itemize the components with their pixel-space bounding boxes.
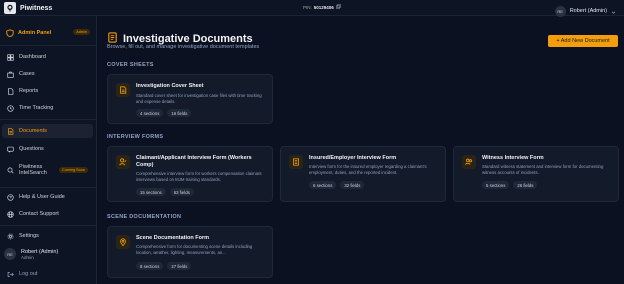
divider	[0, 119, 97, 120]
avatar: RE	[4, 248, 16, 260]
question-icon	[6, 145, 14, 153]
fields-count-badge: 27 fields	[167, 262, 192, 270]
sidebar-item-label: Time Tracking	[19, 105, 54, 111]
card-description: Comprehensive interview form for workers…	[136, 171, 262, 182]
card-badges: 15 sections 63 fields	[136, 188, 194, 196]
sections-count-badge: 8 sections	[136, 262, 164, 270]
sidebar-item-documents[interactable]: Documents	[2, 124, 93, 138]
document-card-witness-interview[interactable]: Witness Interview Form Standard witness …	[453, 146, 619, 202]
fields-count-badge: 63 fields	[169, 188, 194, 196]
help-icon	[6, 193, 14, 201]
sections-count-badge: 15 sections	[136, 188, 166, 196]
logout-label: Log out	[19, 271, 38, 277]
profile-role: Admin	[21, 254, 34, 260]
briefcase-icon	[6, 70, 14, 78]
divider	[0, 45, 97, 46]
sidebar-item-reports[interactable]: Reports	[2, 84, 93, 98]
sidebar-item-dashboard[interactable]: Dashboard	[2, 50, 93, 64]
users-icon	[462, 155, 476, 169]
document-icon	[6, 127, 14, 135]
app-name: Piwitness	[20, 4, 53, 12]
user-name: Robert (Admin)	[569, 8, 607, 14]
clock-icon	[6, 104, 14, 112]
divider	[0, 225, 97, 226]
sidebar-profile[interactable]: RE Robert (Admin) Admin	[4, 248, 58, 260]
card-title: Witness Interview Form	[482, 155, 544, 161]
search-icon	[6, 166, 14, 174]
profile-name: Robert (Admin)	[21, 248, 59, 255]
sections-count-badge: 5 sections	[482, 181, 510, 189]
gear-icon	[6, 232, 14, 240]
card-description: Comprehensive form for documenting scene…	[136, 244, 253, 255]
fields-count-badge: 16 fields	[167, 109, 192, 117]
sidebar-item-label: Reports	[19, 88, 39, 94]
coming-soon-badge: Coming Soon	[59, 167, 89, 173]
card-title: Scene Documentation Form	[136, 235, 210, 241]
building-icon	[289, 155, 303, 169]
card-badges: 8 sections 27 fields	[136, 262, 192, 270]
sidebar-item-contact-support[interactable]: Contact Support	[2, 207, 93, 221]
divider	[0, 187, 97, 188]
section-title-interview-forms: INTERVIEW FORMS	[107, 134, 164, 140]
card-title: Claimant/Applicant Interview Form (Worke…	[136, 155, 252, 168]
pin-display: PIN: 50129406	[303, 4, 341, 10]
card-description: Standard witness statement and interview…	[482, 164, 604, 175]
sidebar: Admin Panel Admin Dashboard Cases Report…	[0, 16, 97, 284]
card-title: Insured/Employer Interview Form	[309, 155, 397, 161]
card-description: Standard cover sheet for investigation c…	[136, 93, 262, 104]
top-bar: Piwitness PIN: 50129406 RE Robert (Admin…	[0, 0, 624, 17]
app-logo-icon	[4, 2, 16, 14]
sidebar-item-help[interactable]: Help & User Guide	[2, 190, 93, 204]
avatar: RE	[554, 5, 566, 17]
sidebar-item-label: Help & User Guide	[19, 194, 65, 200]
document-card-scene-documentation[interactable]: Scene Documentation Form Comprehensive f…	[107, 226, 273, 278]
admin-panel-link[interactable]: Admin Panel Admin	[6, 28, 90, 38]
main-content: Investigative Documents Browse, fill out…	[97, 16, 624, 284]
add-new-document-button[interactable]: + Add New Document	[548, 35, 618, 47]
copy-icon[interactable]	[336, 4, 341, 10]
sections-count-badge: 4 sections	[136, 109, 164, 117]
sidebar-item-label: Documents	[19, 128, 47, 134]
file-icon	[6, 87, 14, 95]
admin-panel-label: Admin Panel	[18, 30, 52, 36]
card-title: Investigation Cover Sheet	[136, 83, 204, 89]
shield-icon	[6, 24, 14, 42]
document-icon	[116, 83, 130, 97]
sidebar-item-cases[interactable]: Cases	[2, 67, 93, 81]
pin-label: PIN:	[303, 4, 312, 10]
logout-icon	[6, 270, 14, 278]
sidebar-item-label: Cases	[19, 71, 35, 77]
fields-count-badge: 26 fields	[513, 181, 538, 189]
sidebar-item-intelsearch[interactable]: Piwitness IntelSearch Coming Soon	[2, 160, 93, 180]
profile-text: Robert (Admin) Admin	[21, 249, 58, 260]
page-subtitle: Browse, fill out, and manage investigati…	[107, 44, 260, 50]
section-title-cover-sheets: COVER SHEETS	[107, 62, 154, 68]
admin-badge: Admin	[73, 29, 90, 35]
sidebar-item-label: Settings	[19, 233, 39, 239]
document-card-claimant-interview[interactable]: Claimant/Applicant Interview Form (Worke…	[107, 146, 273, 202]
dashboard-icon	[6, 53, 14, 61]
sidebar-item-label: Questions	[19, 146, 44, 152]
section-title-scene-documentation: SCENE DOCUMENTATION	[107, 214, 182, 220]
card-badges: 6 sections 32 fields	[309, 181, 365, 189]
brand[interactable]: Piwitness	[4, 2, 52, 14]
sidebar-item-label: Piwitness IntelSearch	[19, 163, 47, 177]
document-card-investigation-cover-sheet[interactable]: Investigation Cover Sheet Standard cover…	[107, 74, 273, 124]
user-edit-icon	[116, 155, 130, 169]
sidebar-item-questions[interactable]: Questions	[2, 142, 93, 156]
sidebar-item-settings[interactable]: Settings	[2, 229, 93, 243]
fields-count-badge: 32 fields	[340, 181, 365, 189]
card-badges: 5 sections 26 fields	[482, 181, 538, 189]
sidebar-item-label: Dashboard	[19, 54, 46, 60]
document-card-insured-employer-interview[interactable]: Insured/Employer Interview Form Intervie…	[280, 146, 446, 202]
map-pin-icon	[116, 235, 130, 249]
sections-count-badge: 6 sections	[309, 181, 337, 189]
card-badges: 4 sections 16 fields	[136, 109, 192, 117]
sidebar-item-label: Contact Support	[19, 211, 59, 217]
pin-value: 50129406	[313, 4, 334, 10]
globe-icon	[6, 210, 14, 218]
sidebar-item-time-tracking[interactable]: Time Tracking	[2, 101, 93, 115]
card-description: Interview form for the insured employer …	[309, 164, 427, 175]
logout-button[interactable]: Log out	[2, 267, 93, 281]
